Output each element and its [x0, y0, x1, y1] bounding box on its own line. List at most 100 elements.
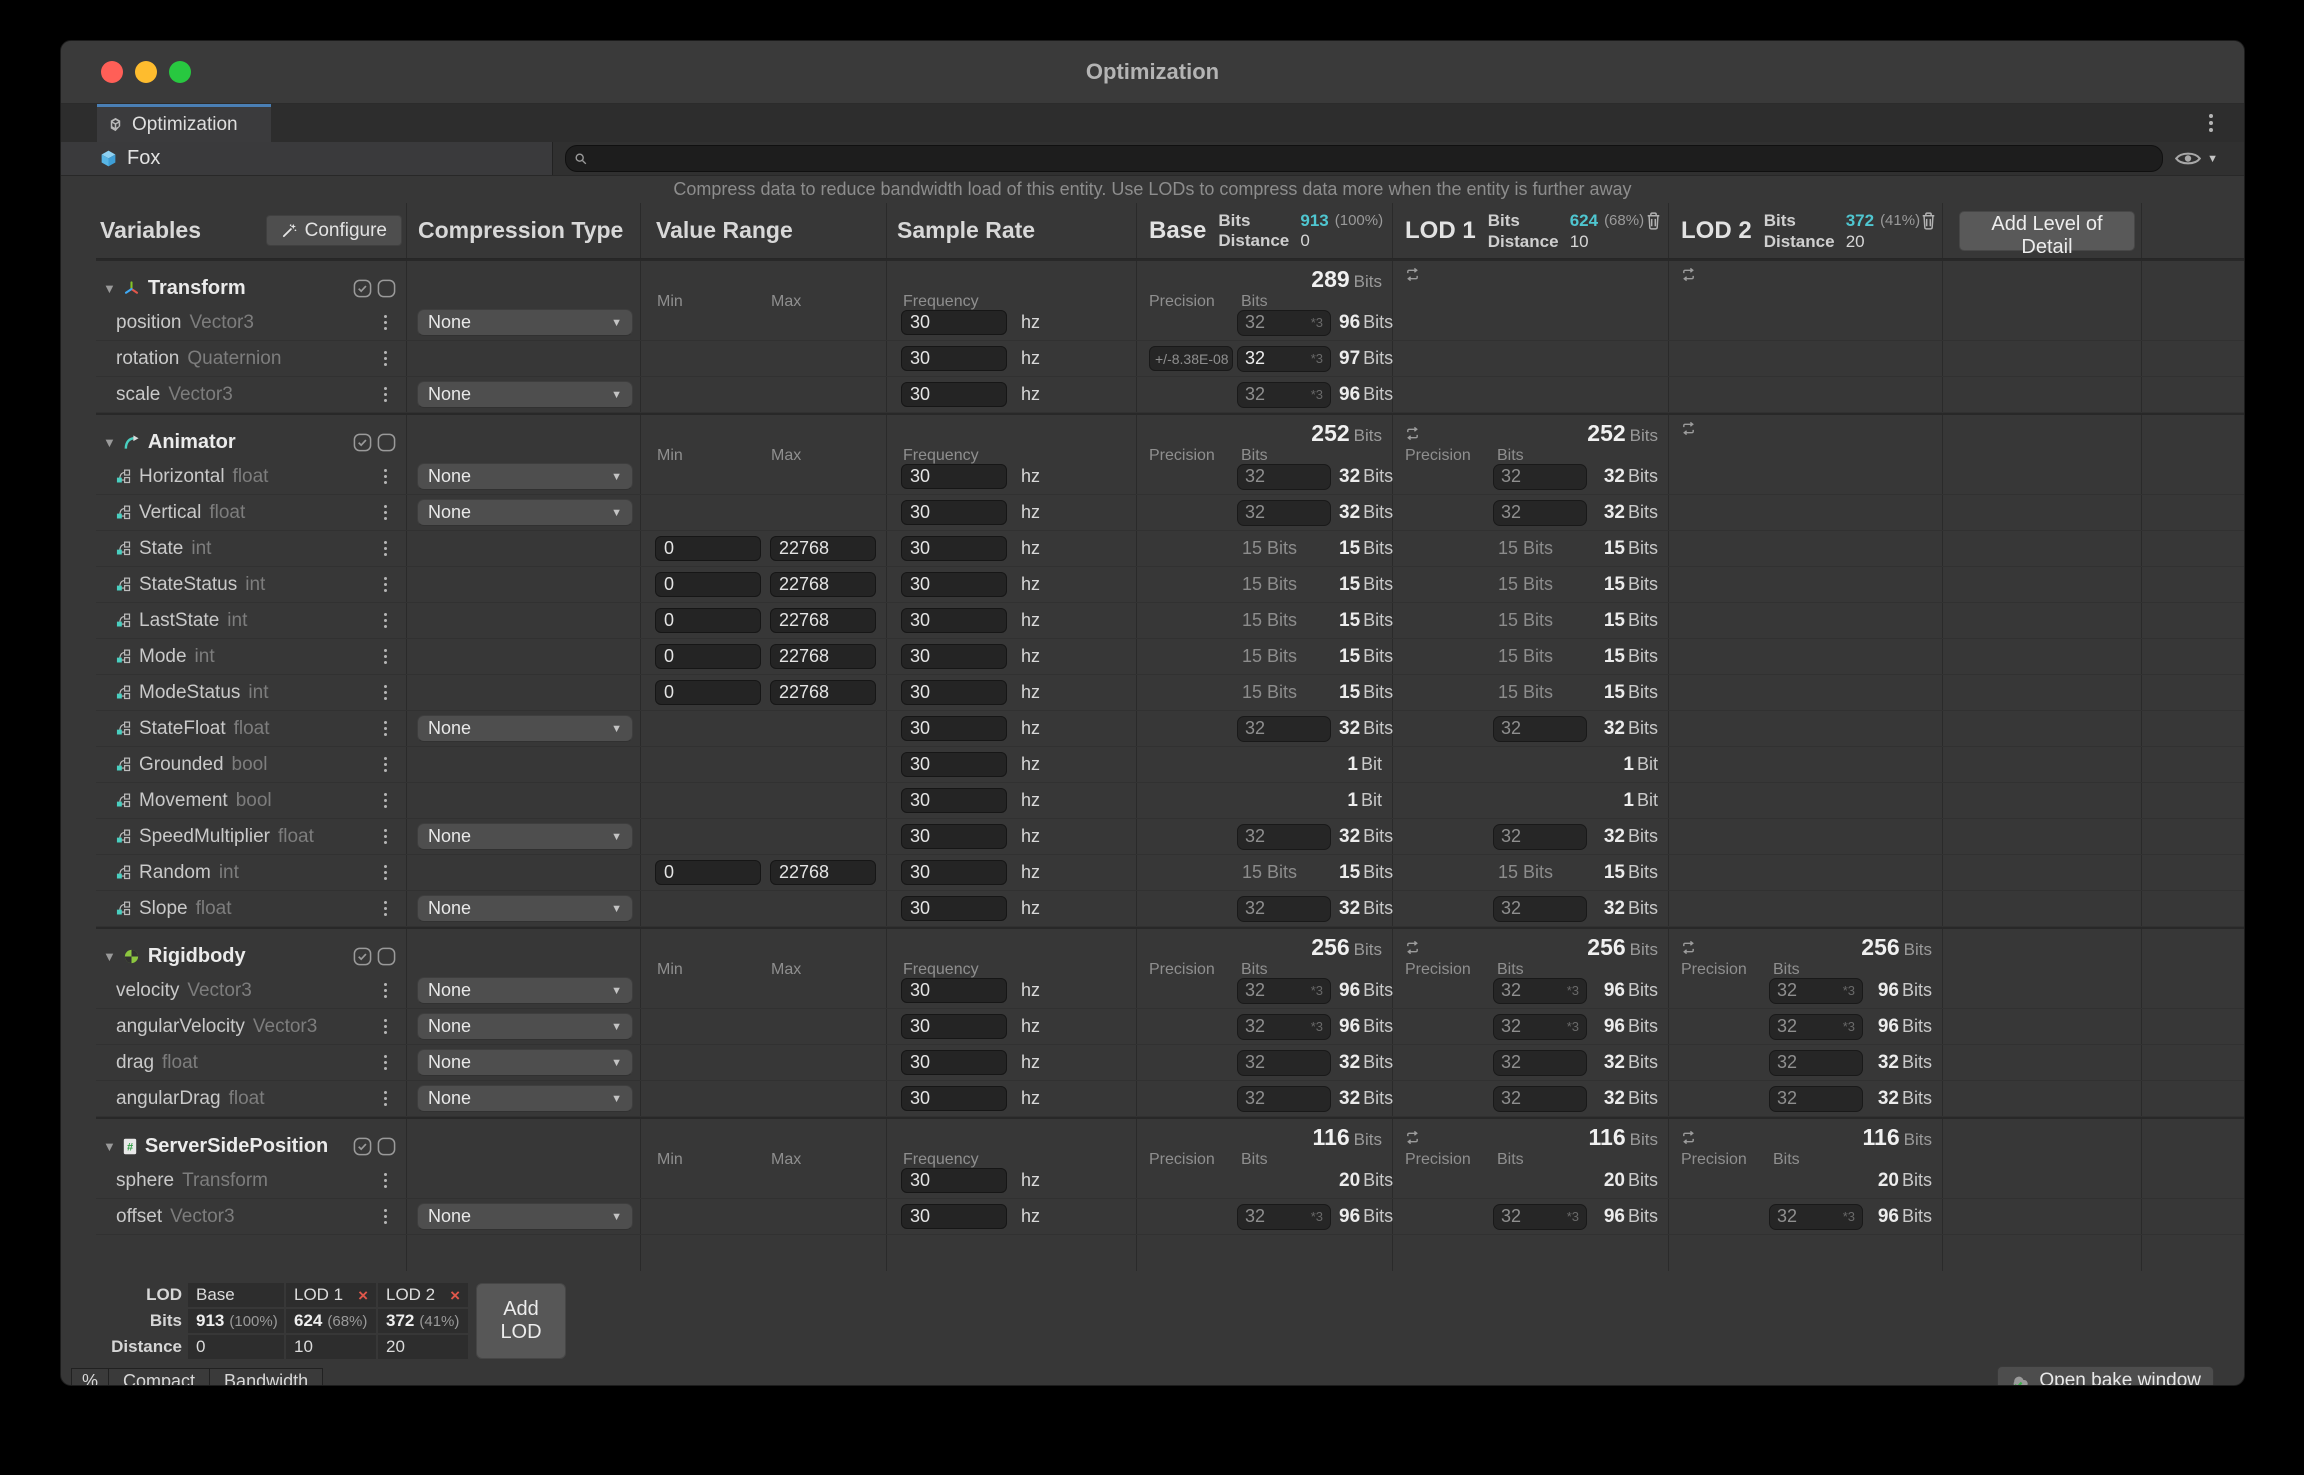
frequency-input[interactable]: 30	[901, 464, 1007, 489]
range-min-input[interactable]: 0	[655, 608, 761, 633]
sync-lod-icon[interactable]	[1681, 421, 1696, 436]
compression-dropdown[interactable]: None▼	[417, 381, 633, 408]
row-menu-icon[interactable]	[376, 1091, 394, 1106]
bits-input[interactable]: 32	[1237, 896, 1331, 922]
summary-lod-2[interactable]: LOD 2×	[378, 1283, 468, 1307]
bits-input[interactable]: 32*3	[1769, 1204, 1863, 1230]
compression-dropdown[interactable]: None▼	[417, 463, 633, 490]
summary-distance-lod1[interactable]: 10	[286, 1335, 376, 1359]
configure-button[interactable]: Configure	[266, 215, 402, 246]
range-max-input[interactable]: 22768	[770, 536, 876, 561]
row-menu-icon[interactable]	[376, 983, 394, 998]
bits-input[interactable]: 32*3	[1237, 346, 1331, 372]
include-all-toggle-icon[interactable]	[353, 433, 372, 452]
compression-dropdown[interactable]: None▼	[417, 715, 633, 742]
bits-input[interactable]: 32	[1493, 464, 1587, 490]
bits-input[interactable]: 32	[1237, 500, 1331, 526]
bits-input[interactable]: 32	[1493, 896, 1587, 922]
minimize-button[interactable]	[135, 61, 157, 83]
row-menu-icon[interactable]	[376, 315, 394, 330]
frequency-input[interactable]: 30	[901, 896, 1007, 921]
sync-lod-icon[interactable]	[1405, 267, 1420, 282]
range-max-input[interactable]: 22768	[770, 644, 876, 669]
frequency-input[interactable]: 30	[901, 824, 1007, 849]
row-menu-icon[interactable]	[376, 505, 394, 520]
frequency-input[interactable]: 30	[901, 644, 1007, 669]
compression-dropdown[interactable]: None▼	[417, 977, 633, 1004]
base-distance-value[interactable]: 0	[1300, 232, 1309, 249]
sync-lod-icon[interactable]	[1405, 940, 1420, 955]
close-button[interactable]	[101, 61, 123, 83]
bits-input[interactable]: 32*3	[1237, 310, 1331, 336]
row-menu-icon[interactable]	[376, 865, 394, 880]
row-menu-icon[interactable]	[376, 685, 394, 700]
frequency-input[interactable]: 30	[901, 1014, 1007, 1039]
compression-dropdown[interactable]: None▼	[417, 1085, 633, 1112]
summary-distance-base[interactable]: 0	[188, 1335, 284, 1359]
exclude-all-toggle-icon[interactable]	[377, 279, 396, 298]
frequency-input[interactable]: 30	[901, 1050, 1007, 1075]
compression-dropdown[interactable]: None▼	[417, 895, 633, 922]
summary-lod-base[interactable]: Base	[188, 1283, 284, 1307]
frequency-input[interactable]: 30	[901, 716, 1007, 741]
add-level-of-detail-button[interactable]: Add Level of Detail	[1959, 211, 2135, 251]
frequency-input[interactable]: 30	[901, 346, 1007, 371]
range-min-input[interactable]: 0	[655, 536, 761, 561]
sync-lod-icon[interactable]	[1405, 1130, 1420, 1145]
bits-input[interactable]: 32*3	[1493, 1204, 1587, 1230]
frequency-input[interactable]: 30	[901, 500, 1007, 525]
bits-input[interactable]: 32	[1237, 464, 1331, 490]
frequency-input[interactable]: 30	[901, 572, 1007, 597]
row-menu-icon[interactable]	[376, 793, 394, 808]
row-menu-icon[interactable]	[376, 1209, 394, 1224]
collapse-icon[interactable]: ▼	[103, 1139, 116, 1154]
row-menu-icon[interactable]	[376, 469, 394, 484]
compression-dropdown[interactable]: None▼	[417, 309, 633, 336]
maximize-button[interactable]	[169, 61, 191, 83]
bits-input[interactable]: 32	[1493, 1086, 1587, 1112]
frequency-input[interactable]: 30	[901, 382, 1007, 407]
row-menu-icon[interactable]	[376, 541, 394, 556]
remove-lod-icon[interactable]: ×	[358, 1287, 368, 1304]
entity-selector[interactable]: Fox	[61, 142, 553, 175]
open-bake-window-button[interactable]: Open bake window	[1997, 1366, 2214, 1387]
row-menu-icon[interactable]	[376, 387, 394, 402]
frequency-input[interactable]: 30	[901, 608, 1007, 633]
compression-dropdown[interactable]: None▼	[417, 823, 633, 850]
summary-lod-1[interactable]: LOD 1×	[286, 1283, 376, 1307]
delete-lod-icon[interactable]	[1920, 211, 1937, 230]
bits-input[interactable]: 32	[1493, 1050, 1587, 1076]
add-lod-button[interactable]: Add LOD	[476, 1283, 566, 1359]
collapse-icon[interactable]: ▼	[103, 281, 116, 296]
sync-lod-icon[interactable]	[1681, 940, 1696, 955]
bits-input[interactable]: 32	[1493, 716, 1587, 742]
collapse-icon[interactable]: ▼	[103, 949, 116, 964]
bits-input[interactable]: 32	[1769, 1086, 1863, 1112]
frequency-input[interactable]: 30	[901, 680, 1007, 705]
frequency-input[interactable]: 30	[901, 978, 1007, 1003]
range-min-input[interactable]: 0	[655, 644, 761, 669]
range-min-input[interactable]: 0	[655, 860, 761, 885]
frequency-input[interactable]: 30	[901, 752, 1007, 777]
range-min-input[interactable]: 0	[655, 572, 761, 597]
bits-input[interactable]: 32*3	[1769, 978, 1863, 1004]
bits-input[interactable]: 32	[1237, 824, 1331, 850]
range-min-input[interactable]: 0	[655, 680, 761, 705]
include-all-toggle-icon[interactable]	[353, 1137, 372, 1156]
summary-distance-lod2[interactable]: 20	[378, 1335, 468, 1359]
frequency-input[interactable]: 30	[901, 1086, 1007, 1111]
range-max-input[interactable]: 22768	[770, 572, 876, 597]
include-all-toggle-icon[interactable]	[353, 947, 372, 966]
row-menu-icon[interactable]	[376, 613, 394, 628]
row-menu-icon[interactable]	[376, 351, 394, 366]
row-menu-icon[interactable]	[376, 757, 394, 772]
delete-lod-icon[interactable]	[1645, 211, 1662, 230]
row-menu-icon[interactable]	[376, 829, 394, 844]
bits-input[interactable]: 32	[1493, 500, 1587, 526]
range-max-input[interactable]: 22768	[770, 608, 876, 633]
row-menu-icon[interactable]	[376, 1173, 394, 1188]
lod1-distance-value[interactable]: 10	[1570, 233, 1589, 250]
row-menu-icon[interactable]	[376, 1055, 394, 1070]
bits-input[interactable]: 32	[1237, 716, 1331, 742]
bits-input[interactable]: 32*3	[1237, 978, 1331, 1004]
